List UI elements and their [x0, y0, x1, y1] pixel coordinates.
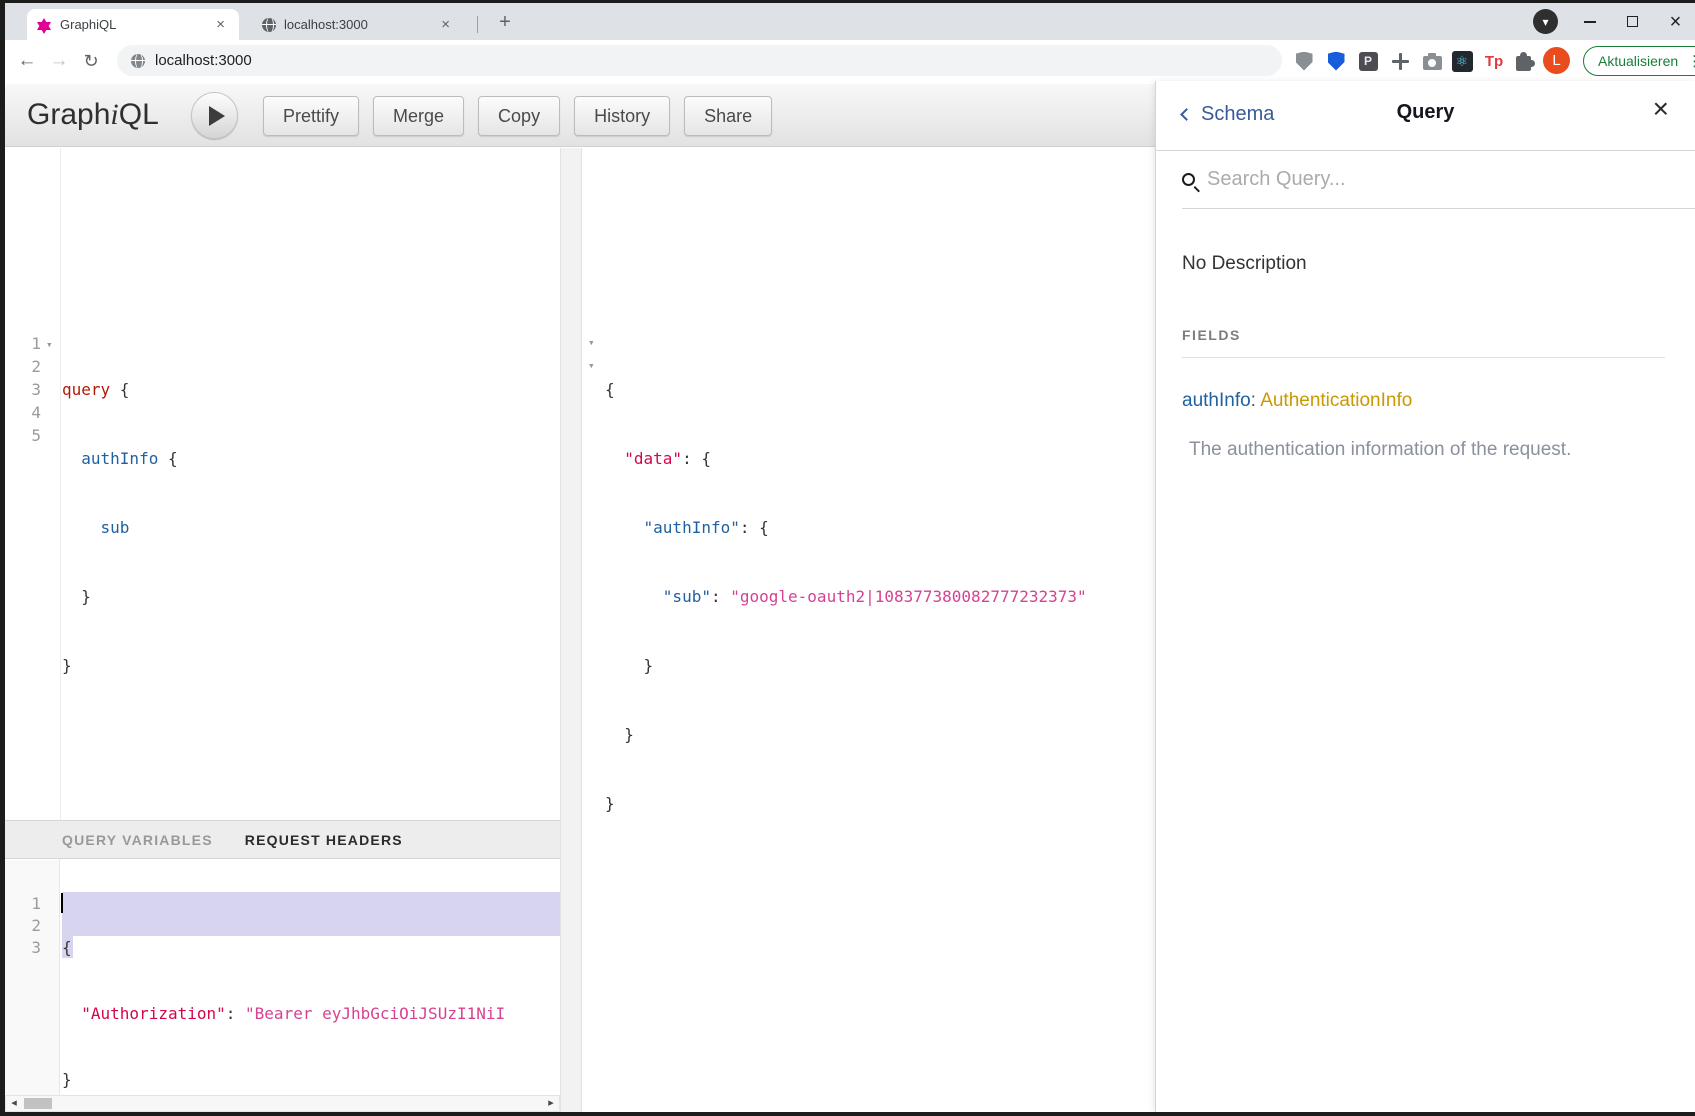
graphql-logo-icon: [37, 17, 52, 33]
maximize-button[interactable]: [1611, 3, 1654, 40]
headers-code[interactable]: { "Authorization": "Bearer eyJhbGciOiJSU…: [62, 893, 505, 1095]
minimize-button[interactable]: [1568, 3, 1611, 40]
no-description-text: No Description: [1182, 253, 1665, 275]
window-left-edge: [0, 0, 5, 1116]
update-button[interactable]: Aktualisieren ⋮: [1583, 46, 1695, 76]
tab-localhost[interactable]: localhost:3000 ×: [252, 9, 464, 40]
fields-category-title: FIELDS: [1182, 327, 1665, 358]
move-extension-icon[interactable]: [1387, 48, 1413, 74]
extensions-puzzle-icon[interactable]: [1512, 48, 1538, 74]
fold-arrow-icon[interactable]: ▾: [46, 338, 53, 351]
tab-separator: [477, 16, 478, 33]
play-icon: [209, 106, 225, 126]
media-controls-button[interactable]: ▾: [1533, 9, 1558, 34]
react-devtools-extension-icon[interactable]: ⚛: [1449, 48, 1475, 74]
tab-request-headers[interactable]: REQUEST HEADERS: [245, 832, 403, 848]
bitwarden-extension-icon[interactable]: [1323, 48, 1349, 74]
fold-arrow-icon[interactable]: ▾: [588, 336, 595, 349]
secondary-editor-tabbar: QUERY VARIABLES REQUEST HEADERS: [5, 820, 560, 859]
tab-title: localhost:3000: [284, 17, 437, 32]
pane-resizer-handle[interactable]: [560, 148, 582, 1112]
new-tab-button[interactable]: +: [491, 8, 519, 36]
field-description: The authentication information of the re…: [1189, 439, 1665, 461]
doc-title: Query: [1156, 101, 1695, 124]
field-row: authInfo: AuthenticationInfo: [1182, 390, 1665, 412]
address-bar[interactable]: localhost:3000: [117, 45, 1282, 76]
browser-toolbar: ← → ↻ localhost:3000 P ⚛ Tp L Aktualisie…: [5, 40, 1695, 81]
screenshot-extension-icon[interactable]: [1419, 48, 1445, 74]
tab-title: GraphiQL: [60, 17, 212, 32]
doc-explorer-panel: Schema Query × No Description FIELDS aut…: [1155, 81, 1695, 1112]
forward-icon[interactable]: →: [45, 47, 73, 75]
horizontal-scrollbar[interactable]: ◂ ▸: [5, 1095, 560, 1112]
response-json: { "data": { "authInfo": { "sub": "google…: [605, 332, 1087, 861]
profile-avatar[interactable]: L: [1543, 47, 1570, 74]
tp-extension-icon[interactable]: Tp: [1481, 48, 1507, 74]
query-line-numbers: 1 2 3 4 5: [5, 332, 41, 447]
tab-graphiql[interactable]: GraphiQL ×: [27, 9, 239, 40]
site-info-icon[interactable]: [131, 54, 145, 68]
graphiql-logo: GraphiQL: [27, 98, 159, 132]
field-type-link[interactable]: AuthenticationInfo: [1260, 390, 1412, 411]
request-headers-editor[interactable]: 1 2 3 { "Authorization": "Bearer eyJhbGc…: [5, 860, 560, 1095]
field-name-link[interactable]: authInfo: [1182, 390, 1251, 411]
fold-arrow-icon[interactable]: ▾: [588, 359, 595, 372]
scrollbar-thumb[interactable]: [24, 1098, 52, 1109]
share-button[interactable]: Share: [684, 96, 772, 136]
execute-query-button[interactable]: [191, 92, 238, 139]
scroll-left-icon[interactable]: ◂: [6, 1096, 22, 1111]
text-cursor: [61, 893, 63, 913]
back-icon[interactable]: ←: [13, 47, 41, 75]
doc-search-input[interactable]: [1207, 168, 1627, 191]
doc-explorer-header: Schema Query ×: [1156, 81, 1695, 151]
tab-close-icon[interactable]: ×: [437, 15, 454, 34]
window-bottom-edge: [0, 1112, 1695, 1116]
headers-line-numbers: 1 2 3: [5, 893, 41, 959]
globe-favicon-icon: [262, 18, 276, 32]
merge-button[interactable]: Merge: [373, 96, 464, 136]
update-button-label: Aktualisieren: [1598, 53, 1678, 69]
doc-close-icon[interactable]: ×: [1653, 95, 1669, 123]
history-button[interactable]: History: [574, 96, 670, 136]
window-top-edge: [0, 0, 1695, 3]
response-pane: ▾ ▾ { "data": { "authInfo": { "sub": "go…: [582, 148, 1155, 1112]
browser-tab-strip: GraphiQL × localhost:3000 × + ▾ ×: [5, 3, 1695, 40]
p-extension-icon[interactable]: P: [1355, 48, 1381, 74]
browser-menu-icon[interactable]: ⋮: [1687, 52, 1695, 70]
tab-close-icon[interactable]: ×: [212, 15, 229, 34]
url-text: localhost:3000: [155, 52, 252, 69]
search-icon: [1182, 173, 1195, 186]
scroll-right-icon[interactable]: ▸: [543, 1096, 559, 1111]
doc-search-row: [1182, 151, 1695, 209]
reload-icon[interactable]: ↻: [77, 47, 105, 75]
prettify-button[interactable]: Prettify: [263, 96, 359, 136]
ublock-extension-icon[interactable]: [1291, 48, 1317, 74]
tab-query-variables[interactable]: QUERY VARIABLES: [62, 832, 213, 848]
window-close-button[interactable]: ×: [1654, 3, 1695, 40]
query-code[interactable]: query { authInfo { sub } }: [62, 332, 178, 723]
copy-button[interactable]: Copy: [478, 96, 560, 136]
